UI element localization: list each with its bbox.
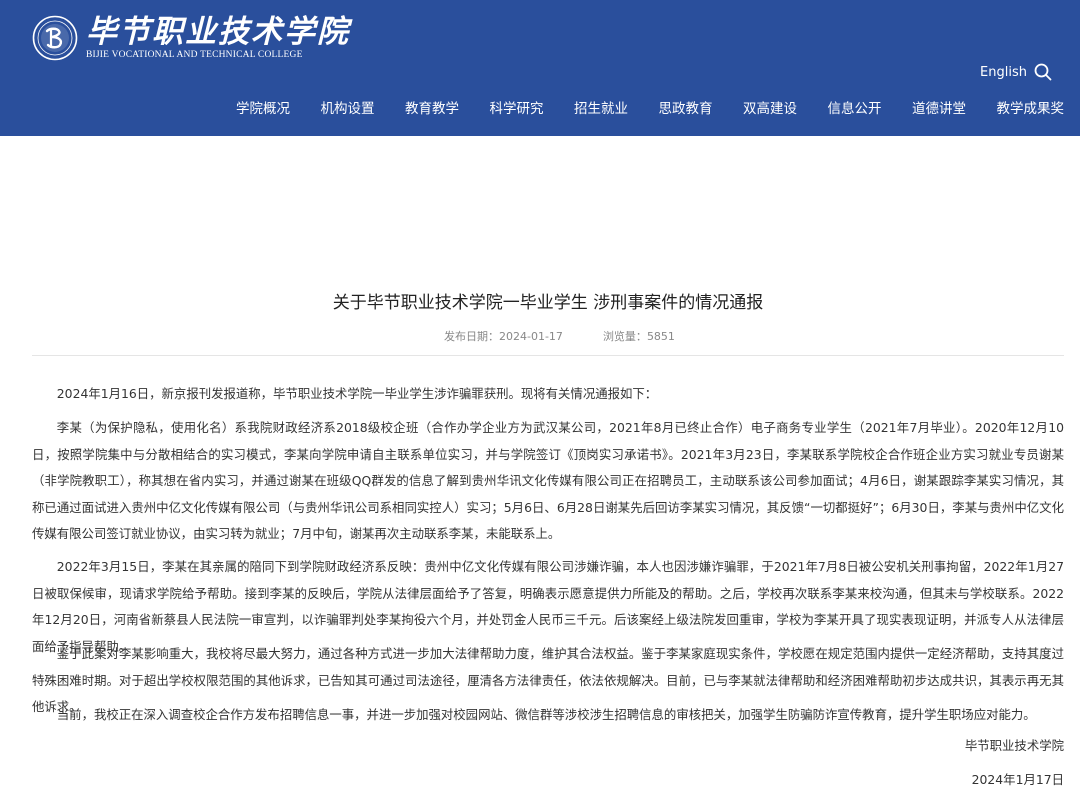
english-language-link[interactable]: English xyxy=(980,65,1027,80)
article-paragraph: 2024年1月16日，新京报刊发报道称，毕节职业技术学院一毕业学生涉诈骗罪获刑。… xyxy=(56,386,658,401)
logo-chinese-name: 毕节职业技术学院 xyxy=(86,14,350,50)
nav-item-departments[interactable]: 机构设置 xyxy=(321,97,375,117)
nav-item-admissions[interactable]: 招生就业 xyxy=(574,97,628,117)
signature-organization: 毕节职业技术学院 xyxy=(964,738,1064,753)
publish-date: 发布日期：2024-01-17 xyxy=(444,328,563,344)
nav-item-research[interactable]: 科学研究 xyxy=(490,97,544,117)
article-meta: 发布日期：2024-01-17 浏览量：5851 xyxy=(444,328,675,344)
publish-date-label: 发布日期： xyxy=(444,330,499,343)
view-count: 浏览量：5851 xyxy=(603,328,675,344)
nav-item-education[interactable]: 教育教学 xyxy=(405,97,459,117)
nav-item-moral-lecture[interactable]: 道德讲堂 xyxy=(912,97,966,117)
logo-english-name: BIJIE VOCATIONAL AND TECHNICAL COLLEGE xyxy=(86,50,303,60)
nav-item-double-high[interactable]: 双高建设 xyxy=(743,97,797,117)
nav-item-teaching-awards[interactable]: 教学成果奖 xyxy=(997,97,1065,117)
nav-item-ideology[interactable]: 思政教育 xyxy=(659,97,713,117)
publish-date-value: 2024-01-17 xyxy=(499,330,563,343)
site-logo[interactable]: 毕节职业技术学院 BIJIE VOCATIONAL AND TECHNICAL … xyxy=(32,14,350,61)
site-header: 毕节职业技术学院 BIJIE VOCATIONAL AND TECHNICAL … xyxy=(0,0,1080,136)
view-count-value: 5851 xyxy=(646,330,675,343)
nav-item-about[interactable]: 学院概况 xyxy=(236,97,290,117)
article-paragraph: 李某（为保护隐私，使用化名）系我院财政经济系2018级校企班（合作办学企业方为武… xyxy=(32,420,1064,541)
article-title: 关于毕节职业技术学院一毕业学生 涉刑事案件的情况通报 xyxy=(332,293,764,313)
search-icon[interactable] xyxy=(1034,63,1052,81)
main-nav: 学院概况 机构设置 教育教学 科学研究 招生就业 思政教育 双高建设 信息公开 … xyxy=(206,97,1065,117)
college-seal-icon xyxy=(32,15,78,60)
article-paragraph: 当前，我校正在深入调查校企合作方发布招聘信息一事，并进一步加强对校园网站、微信群… xyxy=(56,707,1036,722)
nav-item-public-info[interactable]: 信息公开 xyxy=(828,97,882,117)
header-tools: English xyxy=(980,63,1052,81)
signature-date: 2024年1月17日 xyxy=(971,772,1064,787)
title-divider xyxy=(32,355,1064,356)
view-count-label: 浏览量： xyxy=(602,330,647,343)
